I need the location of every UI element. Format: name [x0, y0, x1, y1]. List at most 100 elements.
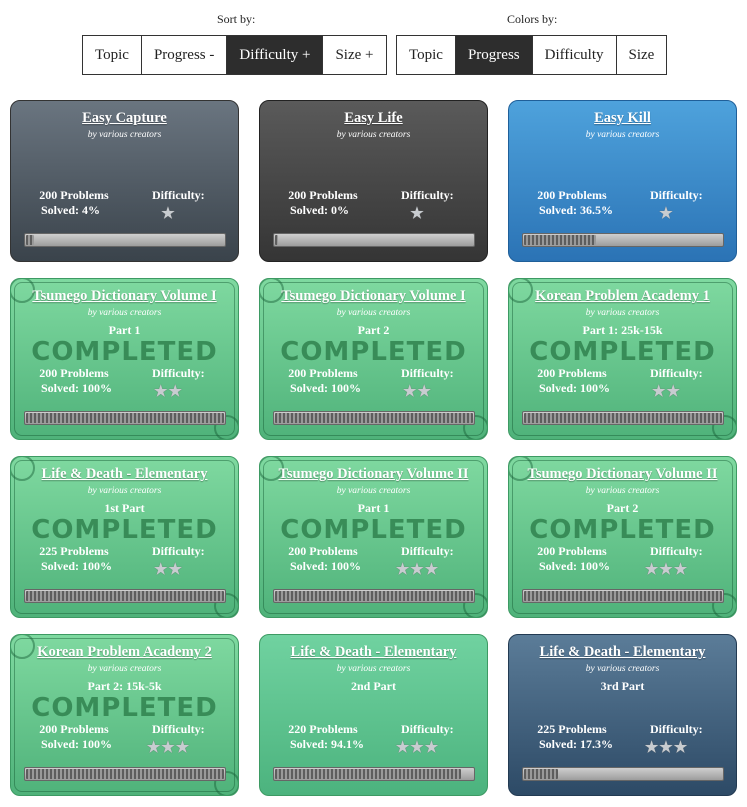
- collection-card[interactable]: Tsumego Dictionary Volume II by various c…: [259, 456, 488, 618]
- card-title-link[interactable]: Easy Capture: [11, 110, 238, 127]
- progress-fill: [26, 235, 34, 245]
- progress-bar: [273, 767, 475, 781]
- star-icon: ★: [644, 740, 660, 756]
- collection-card[interactable]: Tsumego Dictionary Volume I by various cr…: [259, 278, 488, 440]
- color-topic-button[interactable]: Topic: [397, 36, 456, 74]
- sort-button-group: Topic Progress - Difficulty + Size +: [82, 35, 387, 75]
- card-byline: by various creators: [87, 130, 162, 140]
- card-title-link[interactable]: Easy Life: [260, 110, 487, 127]
- card-byline: by various creators: [336, 664, 411, 674]
- card-part: 1st Part: [104, 501, 145, 515]
- card-title-link[interactable]: Tsumego Dictionary Volume II: [260, 466, 487, 483]
- difficulty-stars: ★★★: [260, 738, 487, 757]
- difficulty-label: Difficulty:: [152, 188, 205, 202]
- card-part: 2nd Part: [351, 679, 396, 693]
- difficulty-stars: ★★: [509, 382, 736, 401]
- collection-card[interactable]: Korean Problem Academy 2 by various creat…: [10, 634, 239, 796]
- progress-fill: [524, 591, 722, 601]
- progress-fill: [26, 769, 224, 779]
- problem-count: 200 Problems: [288, 544, 358, 558]
- card-title-link[interactable]: Tsumego Dictionary Volume II: [509, 466, 736, 483]
- star-icon: ★: [403, 384, 418, 400]
- progress-bar: [522, 589, 724, 603]
- star-icon: ★: [154, 384, 169, 400]
- star-icon: ★: [410, 740, 425, 756]
- card-title-link[interactable]: Life & Death - Elementary: [260, 644, 487, 661]
- star-icon: ★: [424, 740, 440, 756]
- progress-bar: [24, 767, 226, 781]
- card-title-link[interactable]: Korean Problem Academy 2: [11, 644, 238, 661]
- difficulty-stars: ★★★: [509, 560, 736, 579]
- problem-count: 200 Problems: [39, 188, 109, 202]
- difficulty-label: Difficulty:: [152, 722, 205, 736]
- collection-card[interactable]: Easy Life by various creators 200 Problems…: [259, 100, 488, 262]
- card-byline: by various creators: [585, 486, 660, 496]
- card-byline: by various creators: [585, 308, 660, 318]
- sort-size-button[interactable]: Size +: [323, 36, 386, 74]
- difficulty-stars: ★★: [11, 560, 238, 579]
- card-byline: by various creators: [585, 664, 660, 674]
- collection-card[interactable]: Life & Death - Elementary by various crea…: [508, 634, 737, 796]
- completed-stamp: COMPLETED: [280, 337, 467, 367]
- progress-bar: [24, 589, 226, 603]
- difficulty-label: Difficulty:: [152, 366, 205, 380]
- problem-count: 200 Problems: [39, 722, 109, 736]
- completed-stamp: COMPLETED: [31, 693, 218, 723]
- card-byline: by various creators: [336, 486, 411, 496]
- progress-fill: [26, 591, 224, 601]
- difficulty-label: Difficulty:: [152, 544, 205, 558]
- progress-bar: [273, 233, 475, 247]
- card-title-link[interactable]: Easy Kill: [509, 110, 736, 127]
- collection-card[interactable]: Life & Death - Elementary by various crea…: [10, 456, 239, 618]
- card-title-link[interactable]: Life & Death - Elementary: [11, 466, 238, 483]
- star-icon: ★: [161, 206, 176, 222]
- card-part: Part 1: [357, 501, 390, 515]
- progress-bar: [273, 589, 475, 603]
- collection-card[interactable]: Korean Problem Academy 1 by various creat…: [508, 278, 737, 440]
- card-title-link[interactable]: Korean Problem Academy 1: [509, 288, 736, 305]
- star-icon: ★: [161, 740, 176, 756]
- problem-count: 225 Problems: [39, 544, 109, 558]
- difficulty-stars: ★: [260, 204, 487, 223]
- difficulty-stars: ★★★: [260, 560, 487, 579]
- star-icon: ★: [410, 206, 425, 222]
- star-icon: ★: [395, 740, 411, 756]
- card-title-link[interactable]: Tsumego Dictionary Volume I: [11, 288, 238, 305]
- card-byline: by various creators: [336, 308, 411, 318]
- sort-difficulty-button[interactable]: Difficulty +: [227, 36, 324, 74]
- collection-card[interactable]: Easy Capture by various creators 200 Probl…: [10, 100, 239, 262]
- difficulty-label: Difficulty:: [401, 366, 454, 380]
- star-icon: ★: [673, 740, 689, 756]
- star-icon: ★: [424, 562, 440, 578]
- difficulty-label: Difficulty:: [401, 544, 454, 558]
- sort-progress-button[interactable]: Progress -: [141, 36, 228, 74]
- collection-card[interactable]: Tsumego Dictionary Volume II by various c…: [508, 456, 737, 618]
- progress-fill: [275, 235, 278, 245]
- star-icon: ★: [168, 384, 183, 400]
- problem-count: 220 Problems: [288, 722, 358, 736]
- color-progress-button[interactable]: Progress: [455, 36, 533, 74]
- progress-bar: [273, 411, 475, 425]
- card-title-link[interactable]: Life & Death - Elementary: [509, 644, 736, 661]
- collection-card[interactable]: Easy Kill by various creators 200 Problems…: [508, 100, 737, 262]
- card-byline: by various creators: [585, 130, 660, 140]
- collection-card[interactable]: Tsumego Dictionary Volume I by various cr…: [10, 278, 239, 440]
- color-difficulty-button[interactable]: Difficulty: [532, 36, 617, 74]
- difficulty-stars: ★: [509, 204, 736, 223]
- progress-fill: [275, 769, 462, 779]
- star-icon: ★: [659, 206, 674, 222]
- difficulty-stars: ★★: [11, 382, 238, 401]
- star-icon: ★: [659, 562, 674, 578]
- difficulty-label: Difficulty:: [650, 544, 703, 558]
- progress-bar: [24, 233, 226, 247]
- card-byline: by various creators: [87, 308, 162, 318]
- sort-topic-button[interactable]: Topic: [83, 36, 142, 74]
- colors-button-group: Topic Progress Difficulty Size: [396, 35, 668, 75]
- card-title-link[interactable]: Tsumego Dictionary Volume I: [260, 288, 487, 305]
- color-size-button[interactable]: Size: [616, 36, 667, 74]
- difficulty-stars: ★★: [260, 382, 487, 401]
- collection-card[interactable]: Life & Death - Elementary by various crea…: [259, 634, 488, 796]
- problem-count: 200 Problems: [537, 188, 607, 202]
- star-icon: ★: [673, 562, 689, 578]
- completed-stamp: COMPLETED: [31, 515, 218, 545]
